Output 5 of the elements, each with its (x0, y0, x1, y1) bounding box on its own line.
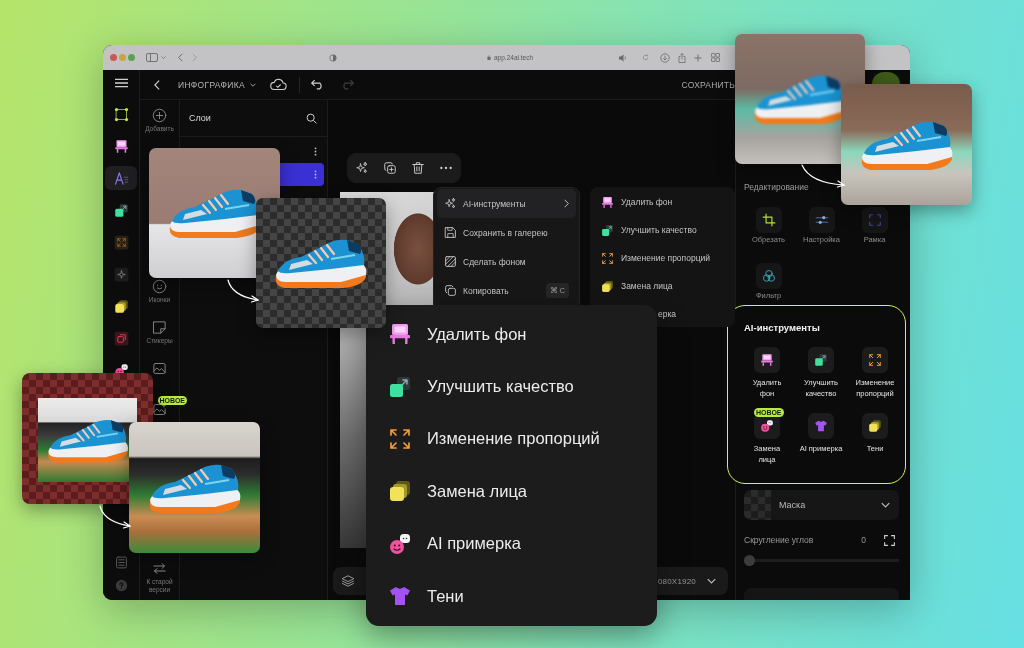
panel-title: Слои (189, 113, 211, 123)
section-title: Редактирование (744, 182, 809, 192)
value-text: 0 (861, 535, 866, 545)
section-title: AI-инструменты (743, 322, 820, 334)
field-label: Скругление углов (744, 535, 814, 545)
